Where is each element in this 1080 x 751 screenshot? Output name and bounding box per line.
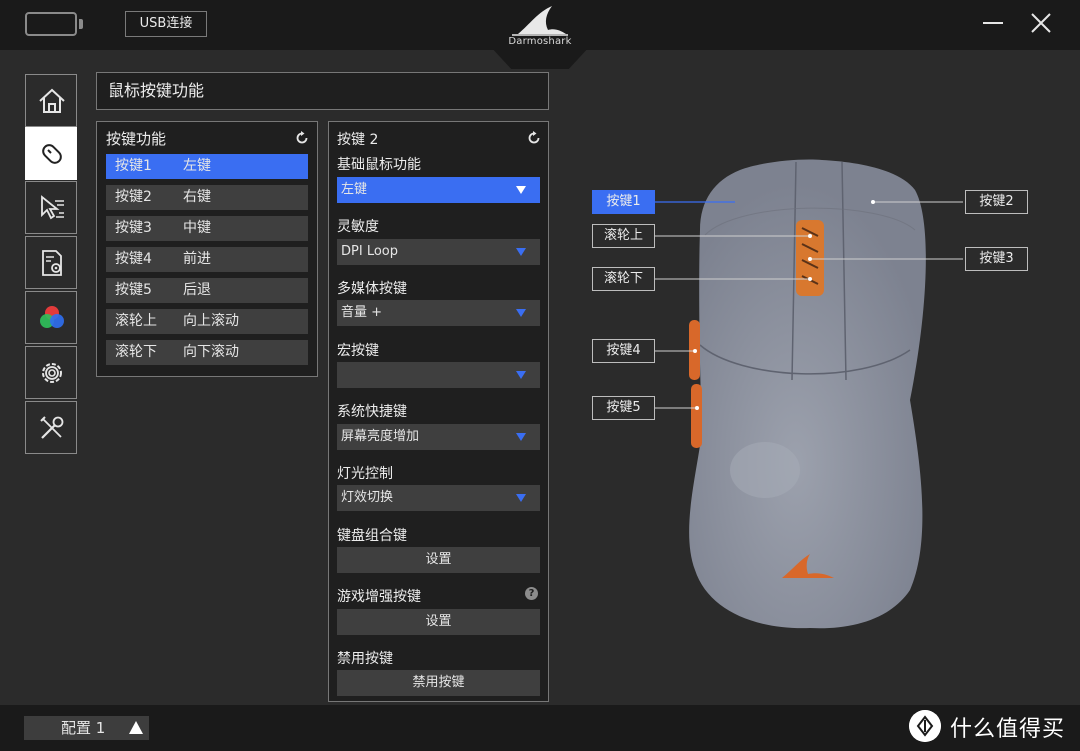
document-gear-icon bbox=[42, 250, 62, 276]
side-button-5 bbox=[691, 384, 702, 448]
list-item-value: 后退 bbox=[183, 282, 211, 298]
media-key-value: 音量 + bbox=[341, 305, 383, 320]
basic-function-select[interactable]: 左键 bbox=[337, 177, 540, 203]
rgb-icon bbox=[40, 306, 64, 328]
list-item-key: 按键2 bbox=[115, 189, 152, 205]
mouse-tag-wheel-down[interactable]: 滚轮下 bbox=[592, 267, 655, 291]
system-shortcut-label: 系统快捷键 bbox=[337, 404, 407, 420]
gear-icon bbox=[42, 363, 62, 383]
game-enhance-set-button[interactable]: 设置 bbox=[337, 609, 540, 635]
sensitivity-value: DPI Loop bbox=[341, 244, 398, 259]
cursor-speed-icon bbox=[41, 195, 64, 220]
chevron-down-icon bbox=[516, 309, 526, 317]
macro-key-select[interactable] bbox=[337, 362, 540, 388]
chevron-down-icon bbox=[516, 248, 526, 256]
reset-icon[interactable] bbox=[295, 131, 309, 145]
profile-selector[interactable]: 配置 1 bbox=[24, 716, 149, 740]
list-item-value: 左键 bbox=[183, 158, 211, 174]
light-control-value: 灯效切换 bbox=[341, 490, 394, 505]
list-item-key: 按键5 bbox=[115, 282, 152, 298]
light-control-label: 灯光控制 bbox=[337, 466, 393, 482]
key-combo-set-button[interactable]: 设置 bbox=[337, 547, 540, 573]
system-shortcut-select[interactable]: 屏幕亮度增加 bbox=[337, 424, 540, 450]
mouse-tag-button1[interactable]: 按键1 bbox=[592, 190, 655, 214]
disable-key-label: 禁用按键 bbox=[337, 651, 393, 667]
sidebar-item-settings[interactable] bbox=[25, 346, 77, 399]
light-control-select[interactable]: 灯效切换 bbox=[337, 485, 540, 511]
home-icon bbox=[39, 88, 65, 113]
tools-icon bbox=[40, 416, 64, 439]
profile-label: 配置 1 bbox=[61, 719, 106, 737]
list-item[interactable]: 按键3 中键 bbox=[106, 216, 308, 241]
disable-key-button[interactable]: 禁用按键 bbox=[337, 670, 540, 696]
page-title: 鼠标按键功能 bbox=[96, 72, 549, 110]
macro-key-label: 宏按键 bbox=[337, 343, 379, 359]
list-item-value: 向下滚动 bbox=[183, 344, 239, 360]
media-key-select[interactable]: 音量 + bbox=[337, 300, 540, 326]
button-settings-panel: 按键 2 基础鼠标功能 左键 灵敏度 DPI Loop 多媒体按键 音量 + 宏… bbox=[328, 121, 549, 702]
basic-function-value: 左键 bbox=[341, 182, 368, 197]
mouse-tag-button2[interactable]: 按键2 bbox=[965, 190, 1028, 214]
list-item[interactable]: 按键5 后退 bbox=[106, 278, 308, 303]
sidebar-item-performance[interactable] bbox=[25, 181, 77, 234]
watermark-logo bbox=[909, 710, 941, 742]
chevron-up-icon[interactable] bbox=[129, 721, 143, 734]
sidebar-item-macro[interactable] bbox=[25, 236, 77, 289]
sidebar-item-buttons[interactable] bbox=[25, 127, 77, 180]
list-item-key: 滚轮下 bbox=[115, 344, 157, 360]
list-item-key: 按键1 bbox=[115, 158, 152, 174]
mouse-tag-button5[interactable]: 按键5 bbox=[592, 396, 655, 420]
watermark-text: 什么值得买 bbox=[950, 717, 1066, 742]
panel-title: 按键 2 bbox=[337, 132, 379, 148]
mouse-tag-wheel-up[interactable]: 滚轮上 bbox=[592, 224, 655, 248]
list-item-key: 按键3 bbox=[115, 220, 152, 236]
list-item[interactable]: 滚轮下 向下滚动 bbox=[106, 340, 308, 365]
mouse-illustration bbox=[654, 159, 963, 629]
help-icon[interactable]: ? bbox=[525, 587, 538, 600]
battery-tip bbox=[79, 19, 83, 29]
chevron-down-icon bbox=[516, 371, 526, 379]
basic-function-label: 基础鼠标功能 bbox=[337, 157, 421, 173]
list-item[interactable]: 滚轮上 向上滚动 bbox=[106, 309, 308, 334]
reset-icon[interactable] bbox=[527, 131, 541, 145]
list-item-value: 右键 bbox=[183, 189, 211, 205]
close-icon[interactable] bbox=[1028, 10, 1054, 36]
list-item[interactable]: 按键4 前进 bbox=[106, 247, 308, 272]
list-item-value: 中键 bbox=[183, 220, 211, 236]
list-item-key: 滚轮上 bbox=[115, 313, 157, 329]
key-combo-label: 键盘组合键 bbox=[337, 528, 407, 544]
brand-name: Darmoshark bbox=[508, 36, 572, 47]
panel-title: 按键功能 bbox=[106, 130, 167, 148]
list-item-value: 前进 bbox=[183, 251, 211, 267]
list-item[interactable]: 按键2 右键 bbox=[106, 185, 308, 210]
chevron-down-icon bbox=[516, 186, 526, 194]
mouse-tag-button3[interactable]: 按键3 bbox=[965, 247, 1028, 271]
connection-status-badge: USB连接 bbox=[125, 11, 207, 37]
mouse-tag-button4[interactable]: 按键4 bbox=[592, 339, 655, 363]
sensitivity-label: 灵敏度 bbox=[337, 219, 379, 235]
sidebar-item-tools[interactable] bbox=[25, 401, 77, 454]
system-shortcut-value: 屏幕亮度增加 bbox=[341, 429, 420, 444]
minimize-button[interactable] bbox=[983, 22, 1003, 24]
battery-icon bbox=[25, 12, 77, 36]
list-item-key: 按键4 bbox=[115, 251, 152, 267]
sidebar-item-home[interactable] bbox=[25, 74, 77, 127]
list-item-value: 向上滚动 bbox=[183, 313, 239, 329]
shark-fin-icon bbox=[512, 6, 568, 36]
sensitivity-select[interactable]: DPI Loop bbox=[337, 239, 540, 265]
chevron-down-icon bbox=[516, 494, 526, 502]
chevron-down-icon bbox=[516, 433, 526, 441]
media-key-label: 多媒体按键 bbox=[337, 281, 407, 297]
list-item[interactable]: 按键1 左键 bbox=[106, 154, 308, 179]
button-function-panel: 按键功能 按键1 左键按键2 右键按键3 中键按键4 前进按键5 后退滚轮上 向上滚动滚轮下… bbox=[96, 121, 318, 377]
game-enhance-label: 游戏增强按键 bbox=[337, 589, 421, 605]
sidebar-item-lighting[interactable] bbox=[25, 291, 77, 344]
mouse-icon bbox=[42, 144, 62, 164]
